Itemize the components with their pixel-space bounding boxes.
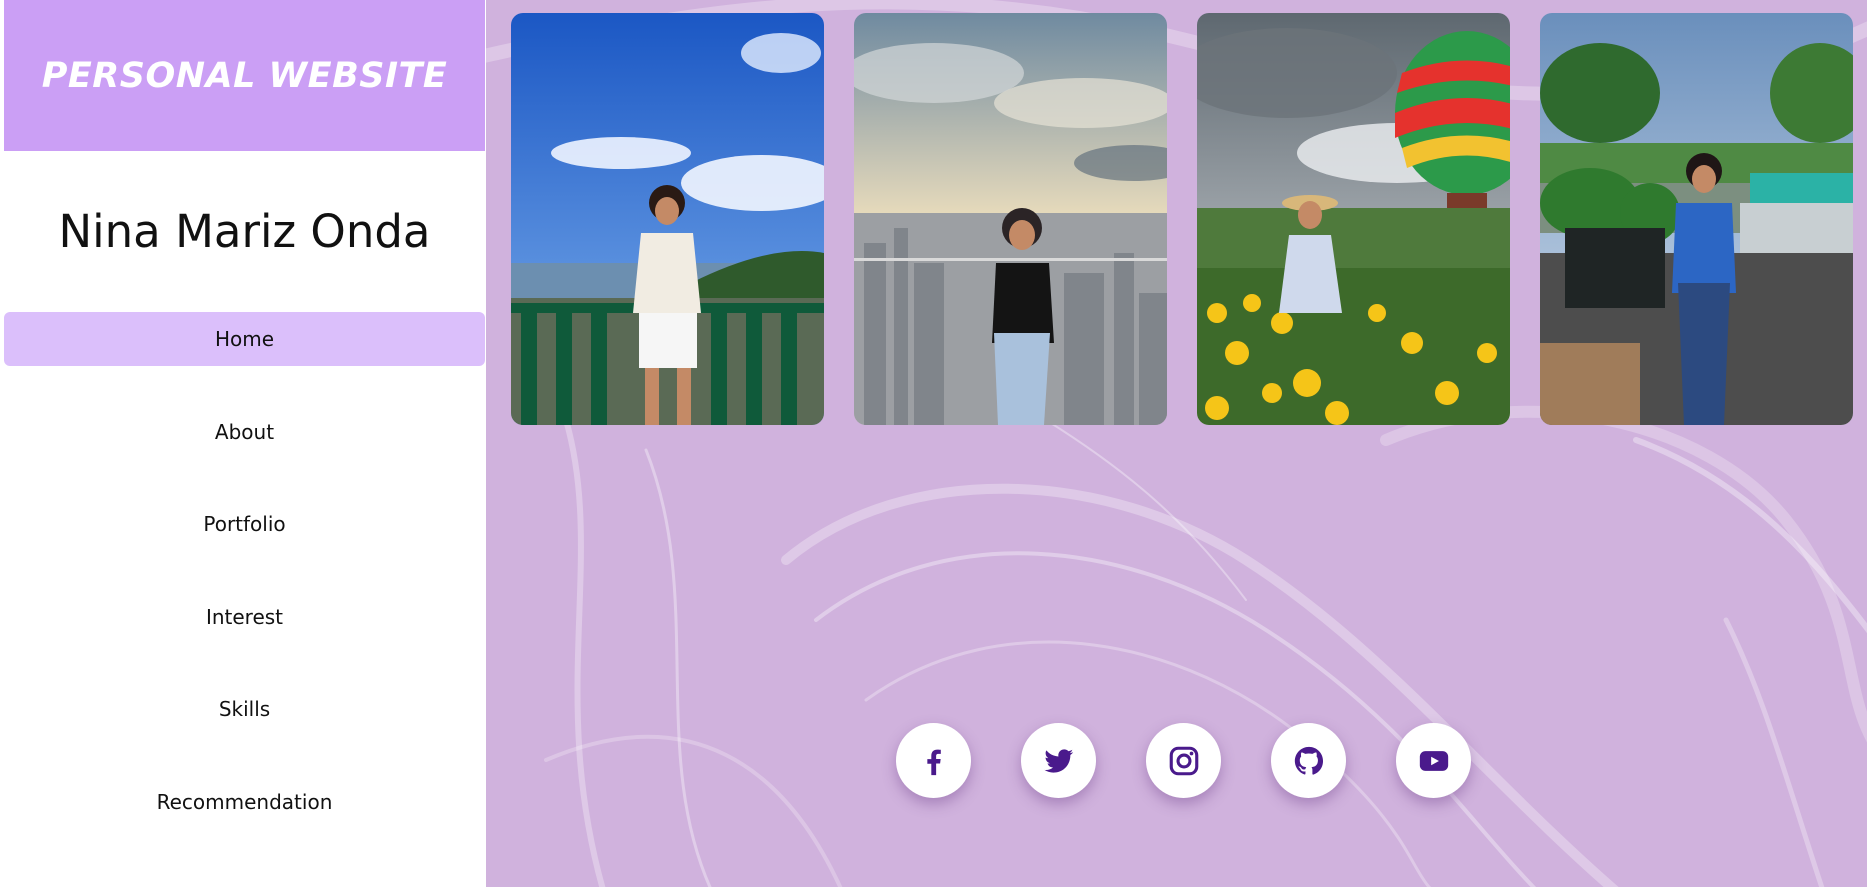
sidebar: PERSONAL WEBSITE Nina Mariz Onda Home Ab… [4,0,485,885]
nav-item-about[interactable]: About [4,405,485,459]
nav-item-portfolio[interactable]: Portfolio [4,497,485,551]
site-title: PERSONAL WEBSITE [41,55,448,96]
youtube-icon [1419,750,1448,771]
owner-name: Nina Mariz Onda [58,205,431,258]
instagram-icon [1169,746,1198,775]
gallery-photo-3 [1197,13,1510,425]
nav-item-skills[interactable]: Skills [4,682,485,736]
photo-city [854,13,1167,425]
gallery-photo-2 [854,13,1167,425]
photo-lakeside [511,13,824,425]
twitter-icon [1043,748,1073,773]
gallery-photo-1 [511,13,824,425]
github-icon [1294,746,1323,775]
twitter-button[interactable] [1021,723,1096,798]
nav-item-home[interactable]: Home [4,312,485,366]
gallery-photo-4 [1540,13,1853,425]
brand-header: PERSONAL WEBSITE [4,0,485,151]
photo-park [1540,13,1853,425]
github-button[interactable] [1271,723,1346,798]
nav-item-recommendation[interactable]: Recommendation [4,775,485,829]
instagram-button[interactable] [1146,723,1221,798]
youtube-button[interactable] [1396,723,1471,798]
photo-garden [1197,13,1510,425]
facebook-icon [926,749,941,775]
facebook-button[interactable] [896,723,971,798]
nav-item-interest[interactable]: Interest [4,590,485,644]
main-content [486,0,1867,887]
